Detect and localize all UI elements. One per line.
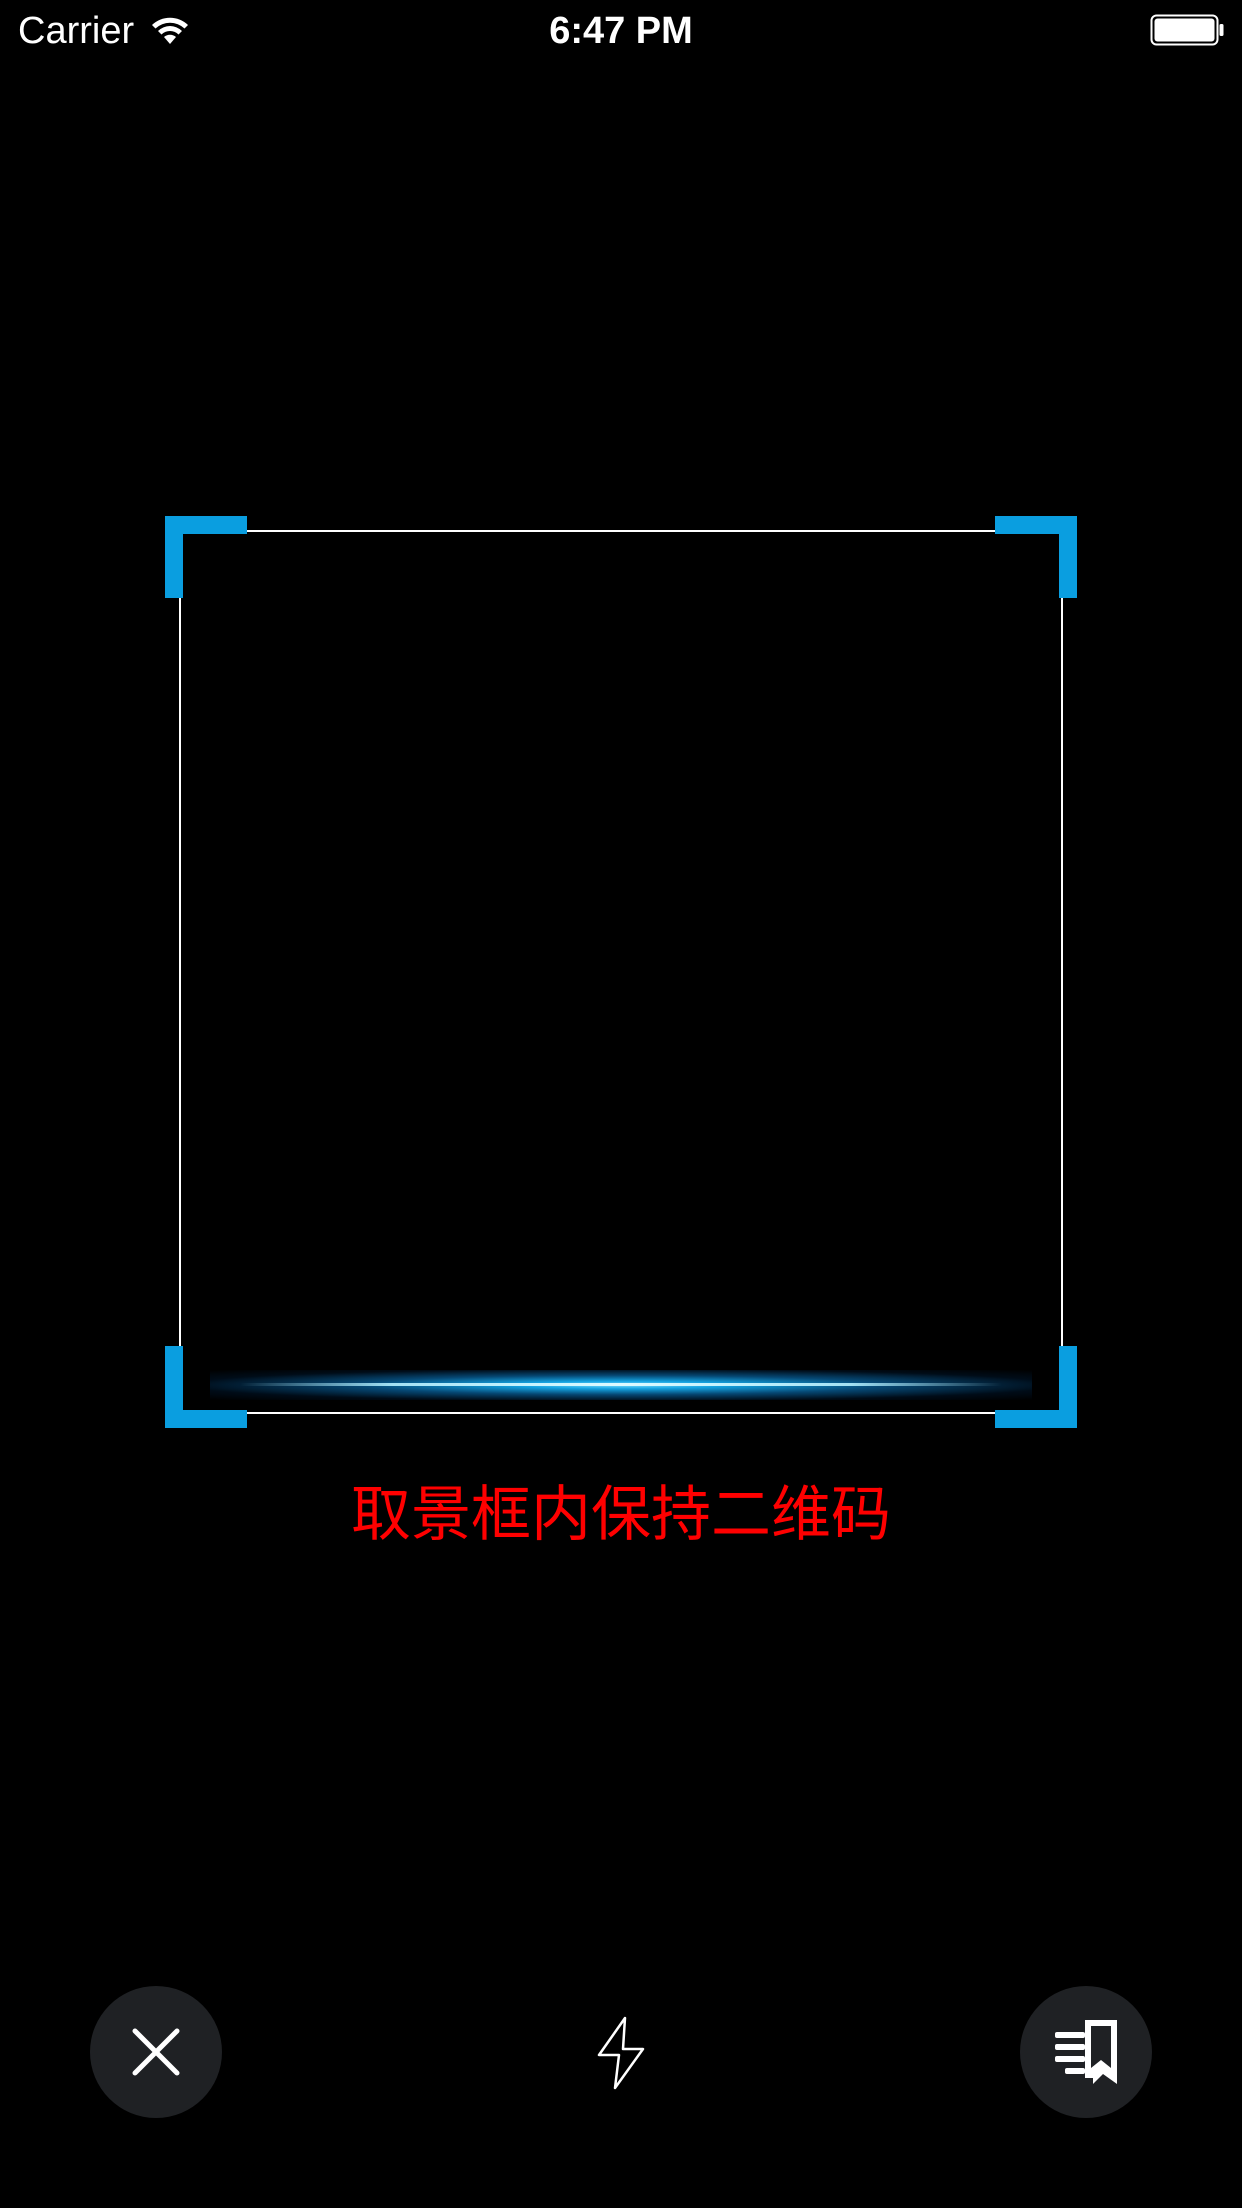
qr-scanner-screen: Carrier 6:47 PM 取景框内保持二维码 bbox=[0, 0, 1242, 2208]
status-bar: Carrier 6:47 PM bbox=[0, 0, 1242, 60]
photo-album-icon bbox=[1055, 2020, 1117, 2084]
scan-frame bbox=[179, 530, 1063, 1414]
close-button[interactable] bbox=[90, 1986, 222, 2118]
scan-hint: 取景框内保持二维码 bbox=[351, 1480, 891, 1550]
corner-top-left bbox=[165, 516, 247, 598]
scan-line-core bbox=[240, 1383, 1002, 1386]
status-time: 6:47 PM bbox=[549, 10, 693, 52]
battery-full-icon bbox=[1150, 14, 1224, 46]
flash-button[interactable] bbox=[580, 2005, 662, 2101]
close-icon bbox=[132, 2028, 180, 2076]
corner-top-right bbox=[995, 516, 1077, 598]
photo-album-button[interactable] bbox=[1020, 1986, 1152, 2118]
flash-icon bbox=[597, 2016, 645, 2090]
